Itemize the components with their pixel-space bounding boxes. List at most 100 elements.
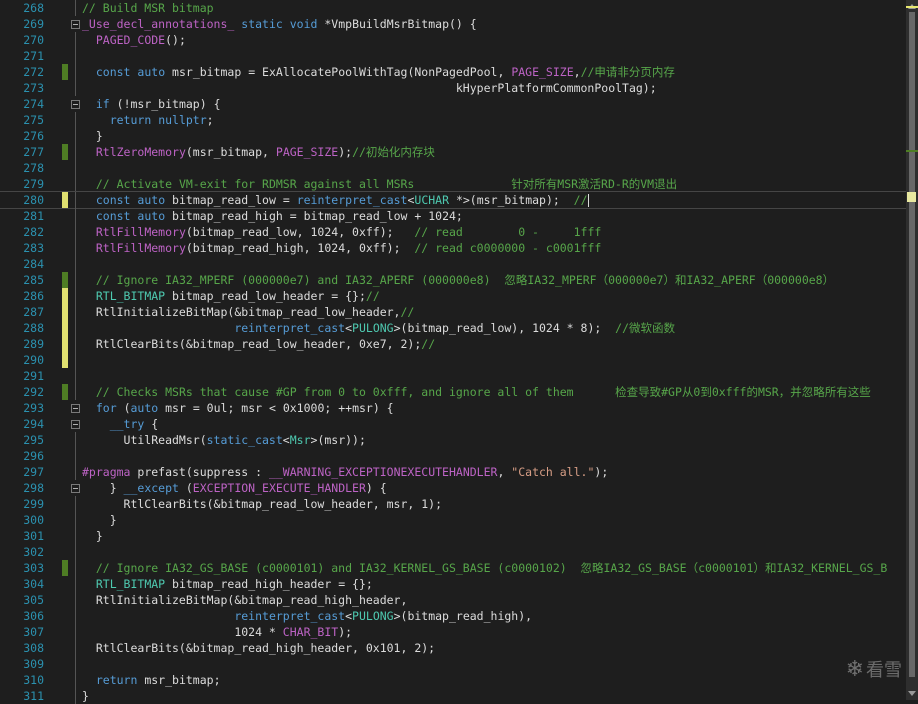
code-text[interactable]: return msr_bitmap; bbox=[82, 672, 221, 688]
code-line[interactable]: 309 bbox=[0, 656, 906, 672]
code-text[interactable]: // Checks MSRs that cause #GP from 0 to … bbox=[82, 384, 871, 400]
code-editor[interactable]: 268 // Build MSR bitmap 269 _Use_decl_annot… bbox=[0, 0, 907, 704]
code-line[interactable]: 305 RtlInitializeBitMap(&bitmap_read_hig… bbox=[0, 592, 906, 608]
code-text[interactable]: const auto bitmap_read_low = reinterpret… bbox=[82, 192, 589, 208]
code-line[interactable]: 281 const auto bitmap_read_high = bitmap… bbox=[0, 208, 906, 224]
code-text[interactable]: // Ignore IA32_GS_BASE (c0000101) and IA… bbox=[82, 560, 887, 576]
code-text[interactable]: RtlFillMemory(bitmap_read_high, 1024, 0x… bbox=[82, 240, 601, 256]
code-line[interactable]: 283 RtlFillMemory(bitmap_read_high, 1024… bbox=[0, 240, 906, 256]
code-text[interactable]: } bbox=[82, 688, 89, 704]
code-line[interactable]: 285 // Ignore IA32_MPERF (000000e7) and … bbox=[0, 272, 906, 288]
code-text[interactable]: kHyperPlatformCommonPoolTag); bbox=[82, 80, 657, 96]
code-line[interactable]: 298 } __except (EXCEPTION_EXECUTE_HANDLE… bbox=[0, 480, 906, 496]
code-text[interactable]: PAGED_CODE(); bbox=[82, 32, 186, 48]
code-line[interactable]: 278 bbox=[0, 160, 906, 176]
code-line[interactable]: 276 } bbox=[0, 128, 906, 144]
code-line[interactable]: 286 RTL_BITMAP bitmap_read_low_header = … bbox=[0, 288, 906, 304]
code-text[interactable]: // Activate VM-exit for RDMSR against al… bbox=[82, 176, 677, 192]
code-text[interactable]: } __except (EXCEPTION_EXECUTE_HANDLER) { bbox=[82, 480, 387, 496]
code-line[interactable]: 306 reinterpret_cast<PULONG>(bitmap_read… bbox=[0, 608, 906, 624]
code-line[interactable]: 291 bbox=[0, 368, 906, 384]
code-text[interactable]: } bbox=[82, 512, 117, 528]
code-text[interactable]: return nullptr; bbox=[82, 112, 214, 128]
code-line[interactable]: 308 RtlClearBits(&bitmap_read_high_heade… bbox=[0, 640, 906, 656]
code-line[interactable]: 292 // Checks MSRs that cause #GP from 0… bbox=[0, 384, 906, 400]
code-line[interactable]: 270 PAGED_CODE(); bbox=[0, 32, 906, 48]
outline-guide bbox=[75, 224, 76, 240]
code-text[interactable]: RTL_BITMAP bitmap_read_high_header = {}; bbox=[82, 576, 373, 592]
scroll-down-arrow-icon[interactable] bbox=[908, 691, 916, 696]
code-text[interactable]: const auto msr_bitmap = ExAllocatePoolWi… bbox=[82, 64, 675, 80]
code-line[interactable]: 284 bbox=[0, 256, 906, 272]
code-token: RtlClearBits(&bitmap_read_low_header, ms… bbox=[82, 497, 443, 511]
collapse-toggle-icon[interactable] bbox=[71, 484, 80, 493]
code-token: } bbox=[82, 513, 117, 527]
code-token: EXCEPTION_EXECUTE_HANDLER bbox=[192, 481, 366, 495]
code-line[interactable]: 280 const auto bitmap_read_low = reinter… bbox=[0, 191, 907, 209]
code-line[interactable]: 269 _Use_decl_annotations_ static void *V… bbox=[0, 16, 906, 32]
collapse-toggle-icon[interactable] bbox=[71, 20, 80, 29]
collapse-toggle-icon[interactable] bbox=[71, 404, 80, 413]
code-text[interactable]: reinterpret_cast<PULONG>(bitmap_read_hig… bbox=[82, 608, 532, 624]
code-text[interactable]: } bbox=[82, 528, 103, 544]
code-line[interactable]: 304 RTL_BITMAP bitmap_read_high_header =… bbox=[0, 576, 906, 592]
vertical-scrollbar[interactable] bbox=[906, 0, 918, 700]
code-line[interactable]: 288 reinterpret_cast<PULONG>(bitmap_read… bbox=[0, 320, 906, 336]
code-line[interactable]: 297 #pragma prefast(suppress : __WARNING_… bbox=[0, 464, 906, 480]
code-text[interactable]: RtlInitializeBitMap(&bitmap_read_high_he… bbox=[82, 592, 408, 608]
code-text[interactable]: UtilReadMsr(static_cast<Msr>(msr)); bbox=[82, 432, 366, 448]
code-text[interactable]: const auto bitmap_read_high = bitmap_rea… bbox=[82, 208, 463, 224]
scrollbar-thumb[interactable] bbox=[909, 12, 915, 677]
code-text[interactable]: for (auto msr = 0ul; msr < 0x1000; ++msr… bbox=[82, 400, 394, 416]
code-text[interactable]: } bbox=[82, 128, 103, 144]
code-line[interactable]: 277 RtlZeroMemory(msr_bitmap, PAGE_SIZE)… bbox=[0, 144, 906, 160]
code-token: bitmap_read_high_header = {}; bbox=[165, 577, 373, 591]
code-line[interactable]: 289 RtlClearBits(&bitmap_read_low_header… bbox=[0, 336, 906, 352]
code-line[interactable]: 301 } bbox=[0, 528, 906, 544]
code-text[interactable]: __try { bbox=[82, 416, 158, 432]
code-line[interactable]: 295 UtilReadMsr(static_cast<Msr>(msr)); bbox=[0, 432, 906, 448]
collapse-toggle-icon[interactable] bbox=[71, 420, 80, 429]
code-text[interactable]: RTL_BITMAP bitmap_read_low_header = {};/… bbox=[82, 288, 380, 304]
code-text[interactable]: RtlFillMemory(bitmap_read_low, 1024, 0xf… bbox=[82, 224, 601, 240]
code-line[interactable]: 273 kHyperPlatformCommonPoolTag); bbox=[0, 80, 906, 96]
code-line[interactable]: 300 } bbox=[0, 512, 906, 528]
code-line[interactable]: 296 bbox=[0, 448, 906, 464]
code-line[interactable]: 294 __try { bbox=[0, 416, 906, 432]
code-line[interactable]: 287 RtlInitializeBitMap(&bitmap_read_low… bbox=[0, 304, 906, 320]
code-text[interactable]: 1024 * CHAR_BIT); bbox=[82, 624, 352, 640]
code-text[interactable]: RtlZeroMemory(msr_bitmap, PAGE_SIZE);//初… bbox=[82, 144, 435, 160]
code-line[interactable]: 275 return nullptr; bbox=[0, 112, 906, 128]
code-line[interactable]: 271 bbox=[0, 48, 906, 64]
code-line[interactable]: 310 return msr_bitmap; bbox=[0, 672, 906, 688]
code-text[interactable]: reinterpret_cast<PULONG>(bitmap_read_low… bbox=[82, 320, 675, 336]
code-text[interactable]: RtlClearBits(&bitmap_read_low_header, ms… bbox=[82, 496, 443, 512]
code-text[interactable]: if (!msr_bitmap) { bbox=[82, 96, 221, 112]
code-line[interactable]: 299 RtlClearBits(&bitmap_read_low_header… bbox=[0, 496, 906, 512]
code-line[interactable]: 272 const auto msr_bitmap = ExAllocatePo… bbox=[0, 64, 906, 80]
code-token: return bbox=[109, 113, 152, 127]
code-line[interactable]: 307 1024 * CHAR_BIT); bbox=[0, 624, 906, 640]
code-line[interactable]: 268 // Build MSR bitmap bbox=[0, 0, 906, 16]
code-line[interactable]: 274 if (!msr_bitmap) { bbox=[0, 96, 906, 112]
code-line[interactable]: 293 for (auto msr = 0ul; msr < 0x1000; +… bbox=[0, 400, 906, 416]
code-text[interactable]: RtlClearBits(&bitmap_read_low_header, 0x… bbox=[82, 336, 435, 352]
code-line[interactable]: 303 // Ignore IA32_GS_BASE (c0000101) an… bbox=[0, 560, 906, 576]
code-line[interactable]: 279 // Activate VM-exit for RDMSR agains… bbox=[0, 176, 906, 192]
code-text[interactable]: // Ignore IA32_MPERF (000000e7) and IA32… bbox=[82, 272, 834, 288]
code-text[interactable]: RtlInitializeBitMap(&bitmap_read_low_hea… bbox=[82, 304, 415, 320]
code-line[interactable]: 290 bbox=[0, 352, 906, 368]
code-token: UCHAR bbox=[414, 193, 450, 207]
code-text[interactable]: _Use_decl_annotations_ static void *VmpB… bbox=[82, 16, 477, 32]
code-line[interactable]: 302 bbox=[0, 544, 906, 560]
code-text[interactable]: #pragma prefast(suppress : __WARNING_EXC… bbox=[82, 464, 608, 480]
outline-guide bbox=[75, 592, 76, 608]
code-line[interactable]: 311} bbox=[0, 688, 906, 704]
collapse-toggle-icon[interactable] bbox=[71, 100, 80, 109]
code-text[interactable]: // Build MSR bitmap bbox=[82, 0, 214, 16]
code-token: // Build MSR bitmap bbox=[82, 1, 214, 15]
code-text[interactable]: RtlClearBits(&bitmap_read_high_header, 0… bbox=[82, 640, 435, 656]
code-line[interactable]: 282 RtlFillMemory(bitmap_read_low, 1024,… bbox=[0, 224, 906, 240]
